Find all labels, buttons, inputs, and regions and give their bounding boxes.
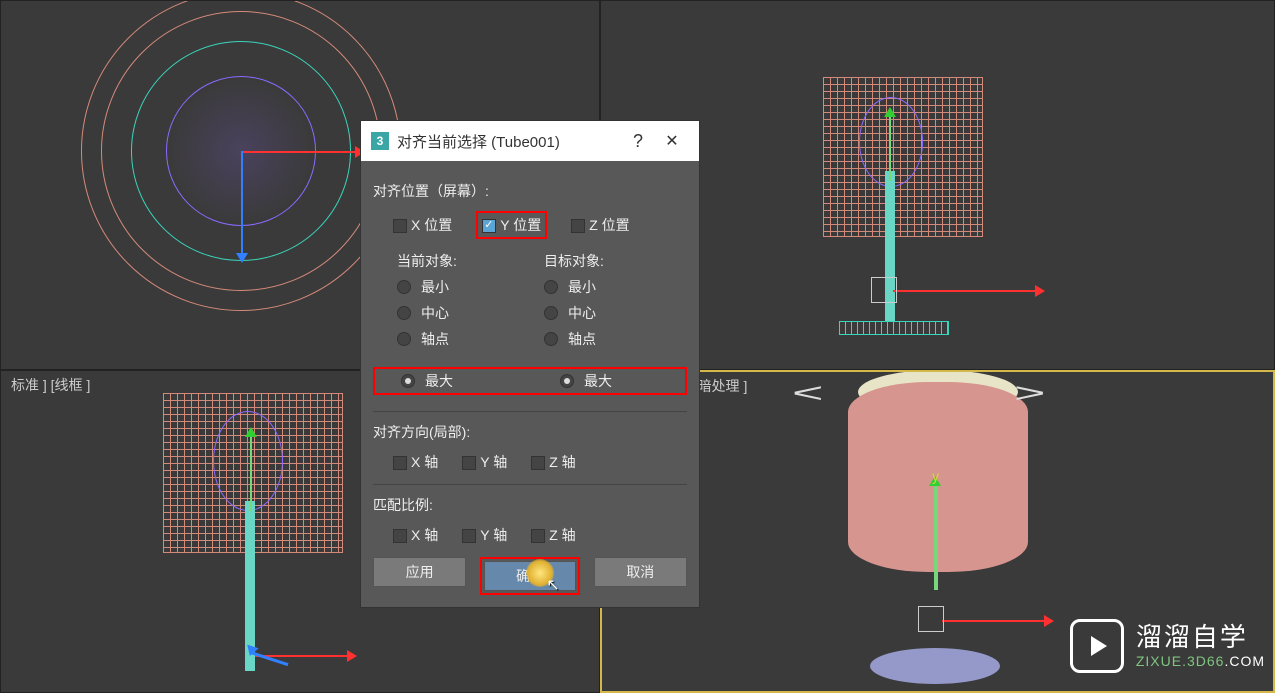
target-min-radio[interactable]: 最小 <box>544 277 675 297</box>
current-object-label: 当前对象: <box>397 251 528 271</box>
watermark: 溜溜自学 ZIXUE.3D66.COM <box>1070 619 1265 673</box>
align-orient-label: 对齐方向(局部): <box>373 422 687 442</box>
close-icon[interactable]: ✕ <box>655 131 689 151</box>
gizmo-x <box>942 620 1052 622</box>
z-position-checkbox[interactable]: Z 位置 <box>571 215 629 235</box>
ok-button-highlight: 确定 ↖ <box>480 557 579 595</box>
pivot-marker <box>918 606 944 632</box>
pivot-marker <box>871 277 897 303</box>
align-dialog: 3 对齐当前选择 (Tube001) ? ✕ 对齐位置（屏幕）: X 位置 Y … <box>360 120 700 608</box>
gizmo-y <box>889 111 891 181</box>
cursor-icon: ↖ <box>546 575 559 595</box>
viewport-label: 标准 ] [线框 ] <box>11 375 90 395</box>
gizmo-y <box>934 480 938 590</box>
gizmo-x <box>893 290 1043 292</box>
dialog-title: 对齐当前选择 (Tube001) <box>397 131 621 152</box>
cancel-button[interactable]: 取消 <box>594 557 687 587</box>
watermark-brand: 溜溜自学 <box>1136 622 1265 653</box>
match-scale-label: 匹配比例: <box>373 495 687 515</box>
scale-z-checkbox[interactable]: Z 轴 <box>531 525 575 545</box>
orient-y-checkbox[interactable]: Y 轴 <box>462 452 507 472</box>
gizmo-z <box>241 151 243 261</box>
help-button[interactable]: ? <box>621 131 655 152</box>
y-position-checkbox[interactable]: Y 位置 <box>482 217 541 233</box>
gizmo-x <box>243 151 363 153</box>
y-position-highlight: Y 位置 <box>476 211 547 239</box>
lamp-base <box>870 648 1000 684</box>
gizmo-y <box>250 431 252 511</box>
orient-x-checkbox[interactable]: X 轴 <box>393 452 438 472</box>
y-pos-label: Y 位置 <box>500 217 541 233</box>
watermark-url: ZIXUE.3D66.COM <box>1136 653 1265 670</box>
target-max-radio[interactable] <box>560 374 574 388</box>
gizmo-z <box>250 651 289 666</box>
base <box>839 321 949 335</box>
play-icon <box>1070 619 1124 673</box>
viewport-top-right[interactable] <box>600 0 1275 370</box>
current-center-radio[interactable]: 中心 <box>397 303 528 323</box>
bracket-left: < <box>792 378 824 409</box>
scale-x-checkbox[interactable]: X 轴 <box>393 525 438 545</box>
apply-button[interactable]: 应用 <box>373 557 466 587</box>
align-position-label: 对齐位置（屏幕）: <box>373 181 687 201</box>
app-icon: 3 <box>371 132 389 150</box>
scale-y-checkbox[interactable]: Y 轴 <box>462 525 507 545</box>
bracket-right: > <box>1014 378 1046 409</box>
x-position-checkbox[interactable]: X 位置 <box>393 215 452 235</box>
target-center-radio[interactable]: 中心 <box>544 303 675 323</box>
current-min-radio[interactable]: 最小 <box>397 277 528 297</box>
target-pivot-radio[interactable]: 轴点 <box>544 329 675 349</box>
x-pos-label: X 位置 <box>411 217 452 233</box>
target-object-label: 目标对象: <box>544 251 675 271</box>
current-pivot-radio[interactable]: 轴点 <box>397 329 528 349</box>
max-row-highlight: 最大 最大 <box>373 367 687 395</box>
z-pos-label: Z 位置 <box>589 217 629 233</box>
y-label: y <box>932 468 939 484</box>
orient-z-checkbox[interactable]: Z 轴 <box>531 452 575 472</box>
dialog-titlebar[interactable]: 3 对齐当前选择 (Tube001) ? ✕ <box>361 121 699 161</box>
current-max-radio[interactable] <box>401 374 415 388</box>
